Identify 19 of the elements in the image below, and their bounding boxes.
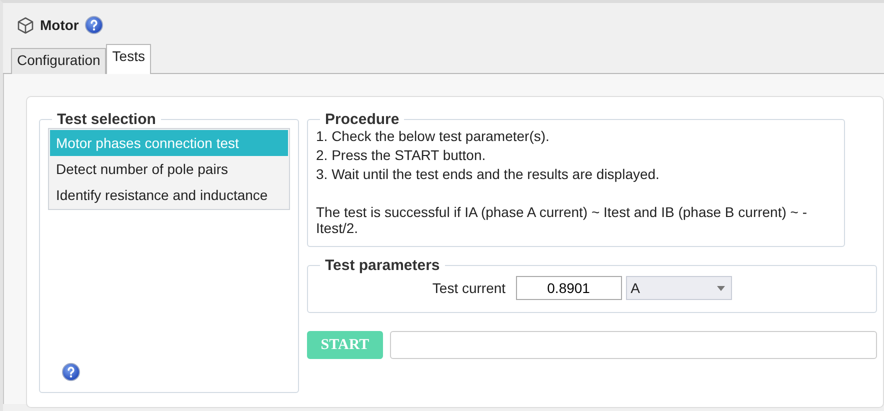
procedure-step: 3. Wait until the test ends and the results are displayed.	[316, 166, 836, 182]
unit-dropdown[interactable]: A	[626, 276, 732, 300]
help-icon[interactable]	[84, 16, 103, 34]
list-item[interactable]: Identify resistance and inductance	[50, 182, 288, 208]
procedure-step: 2. Press the START button.	[316, 147, 836, 163]
group-title: Procedure	[324, 111, 400, 128]
group-title: Test selection	[56, 111, 157, 128]
value-field[interactable]: 0.8901	[516, 276, 622, 300]
group-title: Test parameters	[324, 257, 441, 274]
tab[interactable]: Configuration	[11, 48, 106, 74]
tab[interactable]: Tests	[106, 44, 151, 74]
procedure-note: The test is successful if IA (phase A current) ~ Itest and IB (phase B current) ~ -Itest/2.	[316, 204, 808, 236]
panel-title: Motor	[40, 17, 79, 33]
help-icon[interactable]	[62, 363, 80, 381]
caret-icon	[716, 286, 725, 290]
cube-icon	[17, 16, 34, 34]
procedure-step: 1. Check the below test parameter(s).	[316, 128, 836, 144]
field-label: Test current	[432, 280, 506, 296]
list-item[interactable]: Detect number of pole pairs	[50, 156, 288, 182]
